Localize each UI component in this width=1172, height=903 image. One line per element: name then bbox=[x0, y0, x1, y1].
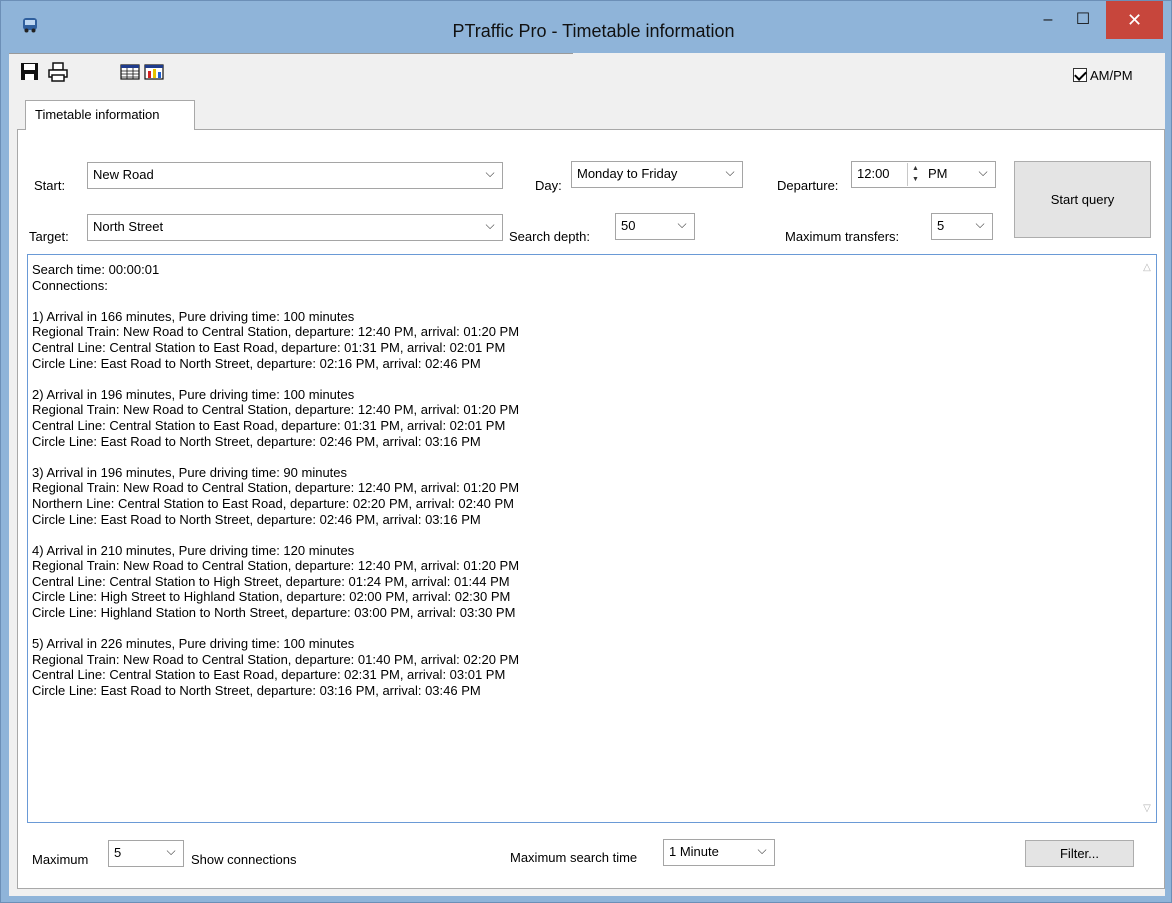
app-window: PTraffic Pro - Timetable information – ☐… bbox=[0, 0, 1172, 903]
result-line bbox=[32, 621, 1132, 637]
chevron-down-icon[interactable]: ⌵ bbox=[482, 218, 498, 236]
filter-button[interactable]: Filter... bbox=[1025, 840, 1134, 867]
close-button[interactable]: ✕ bbox=[1106, 1, 1163, 39]
max-transfers-value: 5 bbox=[937, 218, 945, 233]
chevron-down-icon[interactable]: ⌵ bbox=[754, 843, 770, 861]
departure-ampm-value[interactable]: PM bbox=[928, 166, 948, 181]
day-value: Monday to Friday bbox=[577, 166, 678, 181]
result-line bbox=[32, 371, 1132, 387]
print-icon[interactable] bbox=[47, 62, 69, 82]
departure-time-field[interactable]: 12:00 ▲ ▼ PM ⌵ bbox=[851, 161, 996, 188]
result-line bbox=[32, 293, 1132, 309]
result-line: Central Line: Central Station to High St… bbox=[32, 573, 510, 589]
result-line: 5) Arrival in 226 minutes, Pure driving … bbox=[32, 636, 355, 652]
result-line bbox=[32, 527, 1132, 543]
maximum-label: Maximum bbox=[32, 852, 89, 867]
table-icon[interactable] bbox=[119, 62, 141, 82]
spin-up-icon[interactable]: ▲ bbox=[908, 163, 923, 174]
result-line: 1) Arrival in 166 minutes, Pure driving … bbox=[32, 308, 355, 324]
chevron-down-icon[interactable]: ⌵ bbox=[482, 166, 498, 184]
max-search-time-combo[interactable]: 1 Minute ⌵ bbox=[663, 839, 775, 866]
maximum-value: 5 bbox=[114, 845, 122, 860]
result-line: Circle Line: East Road to North Street, … bbox=[32, 433, 481, 449]
target-value: North Street bbox=[93, 219, 164, 234]
start-value: New Road bbox=[93, 167, 154, 182]
chevron-down-icon[interactable]: ⌵ bbox=[163, 844, 179, 862]
result-line: Search time: 00:00:01 bbox=[32, 262, 160, 277]
result-line: Circle Line: East Road to North Street, … bbox=[32, 511, 481, 527]
ampm-check[interactable] bbox=[1073, 68, 1087, 82]
results-scrollbar[interactable]: △ ▽ bbox=[1138, 255, 1156, 822]
result-line: Northern Line: Central Station to East R… bbox=[32, 495, 514, 511]
start-label: Start: bbox=[34, 178, 66, 193]
tab-timetable-information[interactable]: Timetable information bbox=[25, 100, 195, 130]
save-icon[interactable] bbox=[19, 62, 41, 82]
window-title: PTraffic Pro - Timetable information bbox=[452, 21, 735, 41]
result-line: Regional Train: New Road to Central Stat… bbox=[32, 402, 520, 418]
title-bar[interactable]: PTraffic Pro - Timetable information – ☐… bbox=[1, 1, 1171, 53]
scroll-up-icon[interactable]: △ bbox=[1138, 259, 1156, 277]
target-combo[interactable]: North Street ⌵ bbox=[87, 214, 503, 241]
max-transfers-label: Maximum transfers: bbox=[785, 229, 900, 244]
target-label: Target: bbox=[29, 229, 69, 244]
toolbar-divider bbox=[9, 53, 573, 54]
result-line: Central Line: Central Station to East Ro… bbox=[32, 417, 506, 433]
day-label: Day: bbox=[535, 178, 562, 193]
max-search-time-value: 1 Minute bbox=[669, 844, 719, 859]
chevron-down-icon[interactable]: ⌵ bbox=[972, 217, 988, 235]
bus-icon bbox=[23, 18, 37, 33]
search-depth-value: 50 bbox=[621, 218, 636, 233]
show-connections-label: Show connections bbox=[191, 852, 297, 867]
chevron-down-icon[interactable]: ⌵ bbox=[722, 165, 738, 183]
departure-label: Departure: bbox=[777, 178, 839, 193]
result-line: Circle Line: Highland Station to North S… bbox=[32, 605, 516, 621]
result-line: Central Line: Central Station to East Ro… bbox=[32, 339, 506, 355]
search-depth-label: Search depth: bbox=[509, 229, 590, 244]
result-line: Circle Line: East Road to North Street, … bbox=[32, 683, 481, 699]
max-transfers-combo[interactable]: 5 ⌵ bbox=[931, 213, 993, 240]
result-line: Circle Line: East Road to North Street, … bbox=[32, 355, 481, 371]
results-textarea[interactable]: Search time: 00:00:01 Connections: 1) Arri… bbox=[27, 254, 1157, 823]
result-line: Circle Line: High Street to Highland Sta… bbox=[32, 589, 511, 605]
chart-icon[interactable] bbox=[143, 62, 165, 82]
result-line: 4) Arrival in 210 minutes, Pure driving … bbox=[32, 542, 355, 558]
day-combo[interactable]: Monday to Friday ⌵ bbox=[571, 161, 743, 188]
result-line: 2) Arrival in 196 minutes, Pure driving … bbox=[32, 386, 355, 402]
result-line: 3) Arrival in 196 minutes, Pure driving … bbox=[32, 464, 348, 480]
client-area: AM/PM Timetable information Start: New R… bbox=[9, 53, 1165, 896]
result-line: Regional Train: New Road to Central Stat… bbox=[32, 480, 520, 496]
max-search-time-label: Maximum search time bbox=[510, 850, 638, 865]
result-line bbox=[32, 449, 1132, 465]
result-line: Regional Train: New Road to Central Stat… bbox=[32, 651, 520, 667]
time-spinner[interactable]: ▲ ▼ bbox=[907, 163, 923, 186]
result-line: Regional Train: New Road to Central Stat… bbox=[32, 558, 520, 574]
maximize-button[interactable]: ☐ bbox=[1061, 1, 1105, 39]
ampm-label: AM/PM bbox=[1090, 67, 1133, 83]
ampm-checkbox[interactable]: AM/PM bbox=[1073, 66, 1133, 84]
result-line: Regional Train: New Road to Central Stat… bbox=[32, 324, 520, 340]
result-line: Central Line: Central Station to East Ro… bbox=[32, 667, 506, 683]
departure-time-value[interactable]: 12:00 bbox=[857, 166, 890, 181]
spin-down-icon[interactable]: ▼ bbox=[908, 174, 923, 185]
search-depth-combo[interactable]: 50 ⌵ bbox=[615, 213, 695, 240]
start-query-button[interactable]: Start query bbox=[1014, 161, 1151, 238]
scroll-down-icon[interactable]: ▽ bbox=[1138, 800, 1156, 818]
result-line: Connections: bbox=[32, 277, 108, 293]
maximum-connections-combo[interactable]: 5 ⌵ bbox=[108, 840, 184, 867]
results-text[interactable]: Search time: 00:00:01 Connections: 1) Arri… bbox=[32, 262, 1132, 818]
chevron-down-icon[interactable]: ⌵ bbox=[975, 165, 991, 183]
chevron-down-icon[interactable]: ⌵ bbox=[674, 217, 690, 235]
start-combo[interactable]: New Road ⌵ bbox=[87, 162, 503, 189]
